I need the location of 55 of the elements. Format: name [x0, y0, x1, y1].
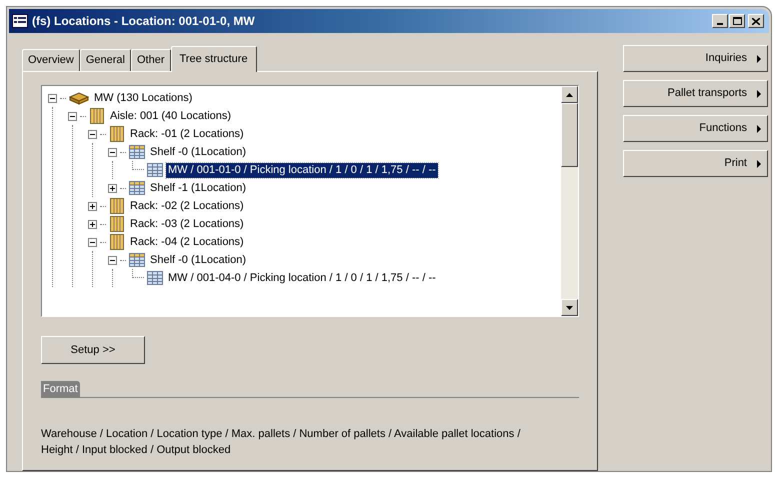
grid-icon [129, 180, 145, 196]
collapse-toggle[interactable] [88, 238, 97, 246]
grid-icon [147, 270, 163, 286]
tree-item[interactable]: Rack: -03 (2 Locations) [128, 216, 246, 232]
expand-toggle[interactable] [108, 184, 117, 192]
tree-item[interactable]: MW / 001-04-0 / Picking location / 1 / 0 / 1 / 1,75 / -- / -- [166, 270, 438, 286]
grid-icon [129, 252, 145, 268]
tab[interactable]: Tree structure [170, 46, 257, 72]
shelving-icon [109, 216, 125, 232]
tree-item[interactable]: Shelf -0 (1Location) [148, 252, 248, 268]
menu-button[interactable]: Functions [623, 115, 768, 142]
expand-toggle[interactable] [88, 202, 97, 210]
shelving-icon [109, 234, 125, 250]
expand-toggle[interactable] [88, 220, 97, 228]
scroll-up-arrow-icon[interactable] [566, 92, 573, 96]
window-app-icon [12, 14, 28, 28]
grid-icon [147, 162, 163, 178]
shelving-icon [109, 126, 125, 142]
minimize-button[interactable] [712, 14, 728, 28]
format-description: Warehouse / Location / Location type / Max. pallets / Number of pallets / Available pallet locations / Height / Input blocked / Output blocked [41, 427, 522, 458]
tree-item[interactable]: Shelf -1 (1Location) [148, 180, 248, 196]
tree-item[interactable]: Rack: -02 (2 Locations) [128, 198, 246, 214]
collapse-toggle[interactable] [68, 112, 77, 120]
collapse-toggle[interactable] [88, 130, 97, 138]
tab[interactable]: Other [130, 49, 170, 71]
grid-icon [129, 144, 145, 160]
tree-item[interactable]: Rack: -04 (2 Locations) [128, 234, 246, 250]
submenu-arrow-icon [757, 160, 761, 168]
tree-item[interactable]: Rack: -01 (2 Locations) [128, 126, 246, 142]
tree-item[interactable]: MW / 001-01-0 / Picking location / 1 / 0 / 1 / 1,75 / -- / -- [166, 162, 438, 178]
collapse-toggle[interactable] [108, 256, 117, 264]
scrollbar[interactable] [561, 86, 578, 316]
submenu-arrow-icon [757, 54, 761, 62]
menu-button[interactable]: Inquiries [623, 45, 768, 72]
shelving-icon [109, 198, 125, 214]
collapse-toggle[interactable] [108, 148, 117, 156]
window-title: (fs) Locations - Location: 001-01-0, MW [32, 13, 256, 30]
collapse-toggle[interactable] [48, 94, 57, 102]
tree-item[interactable]: Shelf -0 (1Location) [148, 144, 248, 160]
box-icon [69, 91, 89, 105]
maximize-button[interactable] [729, 14, 745, 28]
menu-button[interactable]: Pallet transports [623, 80, 768, 107]
setup-button[interactable]: Setup >> [41, 336, 145, 364]
close-button[interactable] [748, 14, 764, 28]
format-section-title: Format [41, 381, 80, 397]
tree-item[interactable]: Aisle: 001 (40 Locations) [108, 108, 234, 124]
tab[interactable]: General [80, 49, 131, 71]
tab[interactable]: Overview [22, 49, 80, 71]
close-icon [752, 18, 760, 24]
menu-button[interactable]: Print [623, 150, 768, 177]
tree-item[interactable]: MW (130 Locations) [92, 90, 194, 106]
scroll-down-arrow-icon[interactable] [566, 306, 573, 310]
submenu-arrow-icon [757, 124, 761, 132]
submenu-arrow-icon [757, 90, 761, 98]
shelving-icon [89, 108, 105, 124]
